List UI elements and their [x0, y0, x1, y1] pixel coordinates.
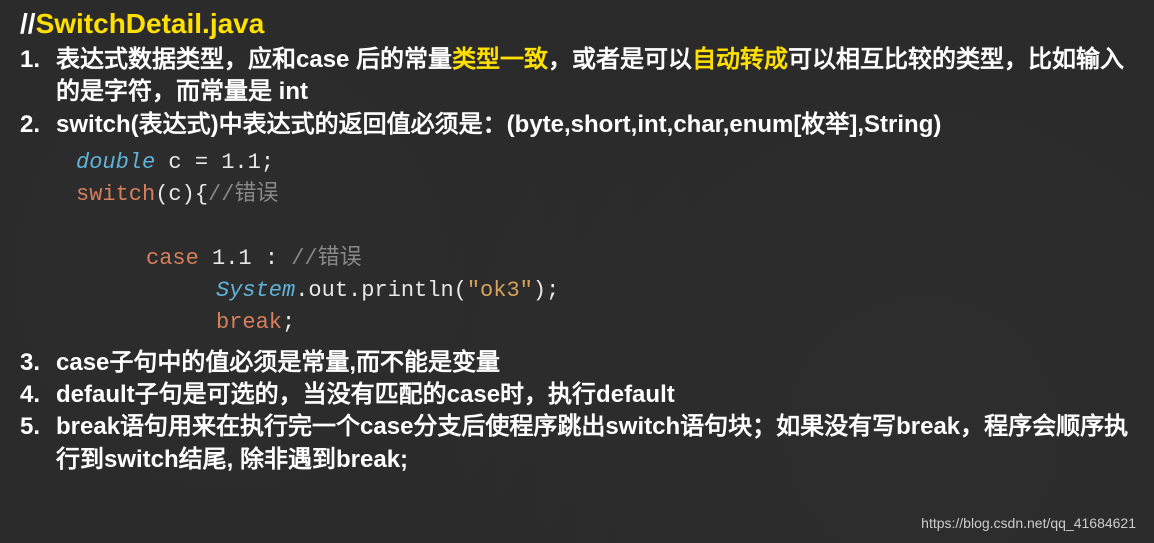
code-line: switch(c){//错误	[76, 179, 1134, 211]
code-paren: )	[182, 182, 195, 207]
list-number: 2.	[20, 109, 56, 141]
code-paren: )	[533, 278, 546, 303]
text-segment: default子句是可选的，当没有匹配的case时，执行default	[56, 381, 675, 408]
code-num: 1.1	[221, 150, 261, 175]
code-paren: (	[454, 278, 467, 303]
list-text: break语句用来在执行完一个case分支后使程序跳出switch语句块；如果没…	[56, 411, 1134, 476]
code-string: "ok3"	[467, 278, 533, 303]
text-segment: switch(表达式)中表达式的返回值必须是：(byte,short,int,c…	[56, 111, 941, 138]
code-line: double c = 1.1;	[76, 147, 1134, 179]
code-line: break;	[76, 307, 1134, 339]
code-op: =	[195, 150, 208, 175]
text-segment: ，或者是可以	[548, 46, 692, 73]
watermark: https://blog.csdn.net/qq_41684621	[921, 515, 1136, 531]
code-field: out	[308, 278, 348, 303]
code-line: System.out.println("ok3");	[76, 275, 1134, 307]
code-keyword: case	[146, 246, 199, 271]
list-number: 5.	[20, 411, 56, 476]
text-segment: 表达式数据类型，应和case 后的常量	[56, 46, 452, 73]
code-method: println	[361, 278, 453, 303]
code-var: c	[168, 150, 181, 175]
slide-title: //SwitchDetail.java	[20, 8, 1134, 40]
list-item: 4. default子句是可选的，当没有匹配的case时，执行default	[20, 379, 1134, 411]
title-filename: SwitchDetail.java	[36, 8, 265, 39]
rules-list-continued: 3. case子句中的值必须是常量,而不能是变量 4. default子句是可选…	[20, 347, 1134, 477]
list-item: 3. case子句中的值必须是常量,而不能是变量	[20, 347, 1134, 379]
code-semi: ;	[261, 150, 274, 175]
code-var: c	[168, 182, 181, 207]
code-semi: ;	[546, 278, 559, 303]
list-text: switch(表达式)中表达式的返回值必须是：(byte,short,int,c…	[56, 109, 1134, 141]
text-highlight: 自动转成	[692, 46, 788, 73]
text-highlight: 类型一致	[452, 46, 548, 73]
code-dot: .	[295, 278, 308, 303]
code-block: double c = 1.1; switch(c){//错误 case 1.1 …	[76, 147, 1134, 338]
list-item: 1. 表达式数据类型，应和case 后的常量类型一致，或者是可以自动转成可以相互…	[20, 44, 1134, 109]
code-class: System	[216, 278, 295, 303]
list-number: 4.	[20, 379, 56, 411]
code-brace: {	[195, 182, 208, 207]
code-dot: .	[348, 278, 361, 303]
list-item: 5. break语句用来在执行完一个case分支后使程序跳出switch语句块；…	[20, 411, 1134, 476]
code-semi: ;	[282, 310, 295, 335]
rules-list: 1. 表达式数据类型，应和case 后的常量类型一致，或者是可以自动转成可以相互…	[20, 44, 1134, 141]
code-comment: //错误	[291, 246, 361, 271]
code-comment: //错误	[208, 182, 278, 207]
text-segment: break语句用来在执行完一个case分支后使程序跳出switch语句块；如果没…	[56, 413, 1128, 472]
list-text: default子句是可选的，当没有匹配的case时，执行default	[56, 379, 1134, 411]
code-colon: :	[265, 246, 278, 271]
title-prefix: //	[20, 8, 36, 39]
list-number: 3.	[20, 347, 56, 379]
code-keyword: double	[76, 150, 155, 175]
list-number: 1.	[20, 44, 56, 109]
list-text: case子句中的值必须是常量,而不能是变量	[56, 347, 1134, 379]
code-paren: (	[155, 182, 168, 207]
text-segment: case子句中的值必须是常量,而不能是变量	[56, 349, 500, 376]
code-num: 1.1	[212, 246, 252, 271]
list-text: 表达式数据类型，应和case 后的常量类型一致，或者是可以自动转成可以相互比较的…	[56, 44, 1134, 109]
code-keyword: switch	[76, 182, 155, 207]
code-line: case 1.1 : //错误	[76, 243, 1134, 275]
code-blank-line	[76, 211, 1134, 243]
code-keyword: break	[216, 310, 282, 335]
list-item: 2. switch(表达式)中表达式的返回值必须是：(byte,short,in…	[20, 109, 1134, 141]
